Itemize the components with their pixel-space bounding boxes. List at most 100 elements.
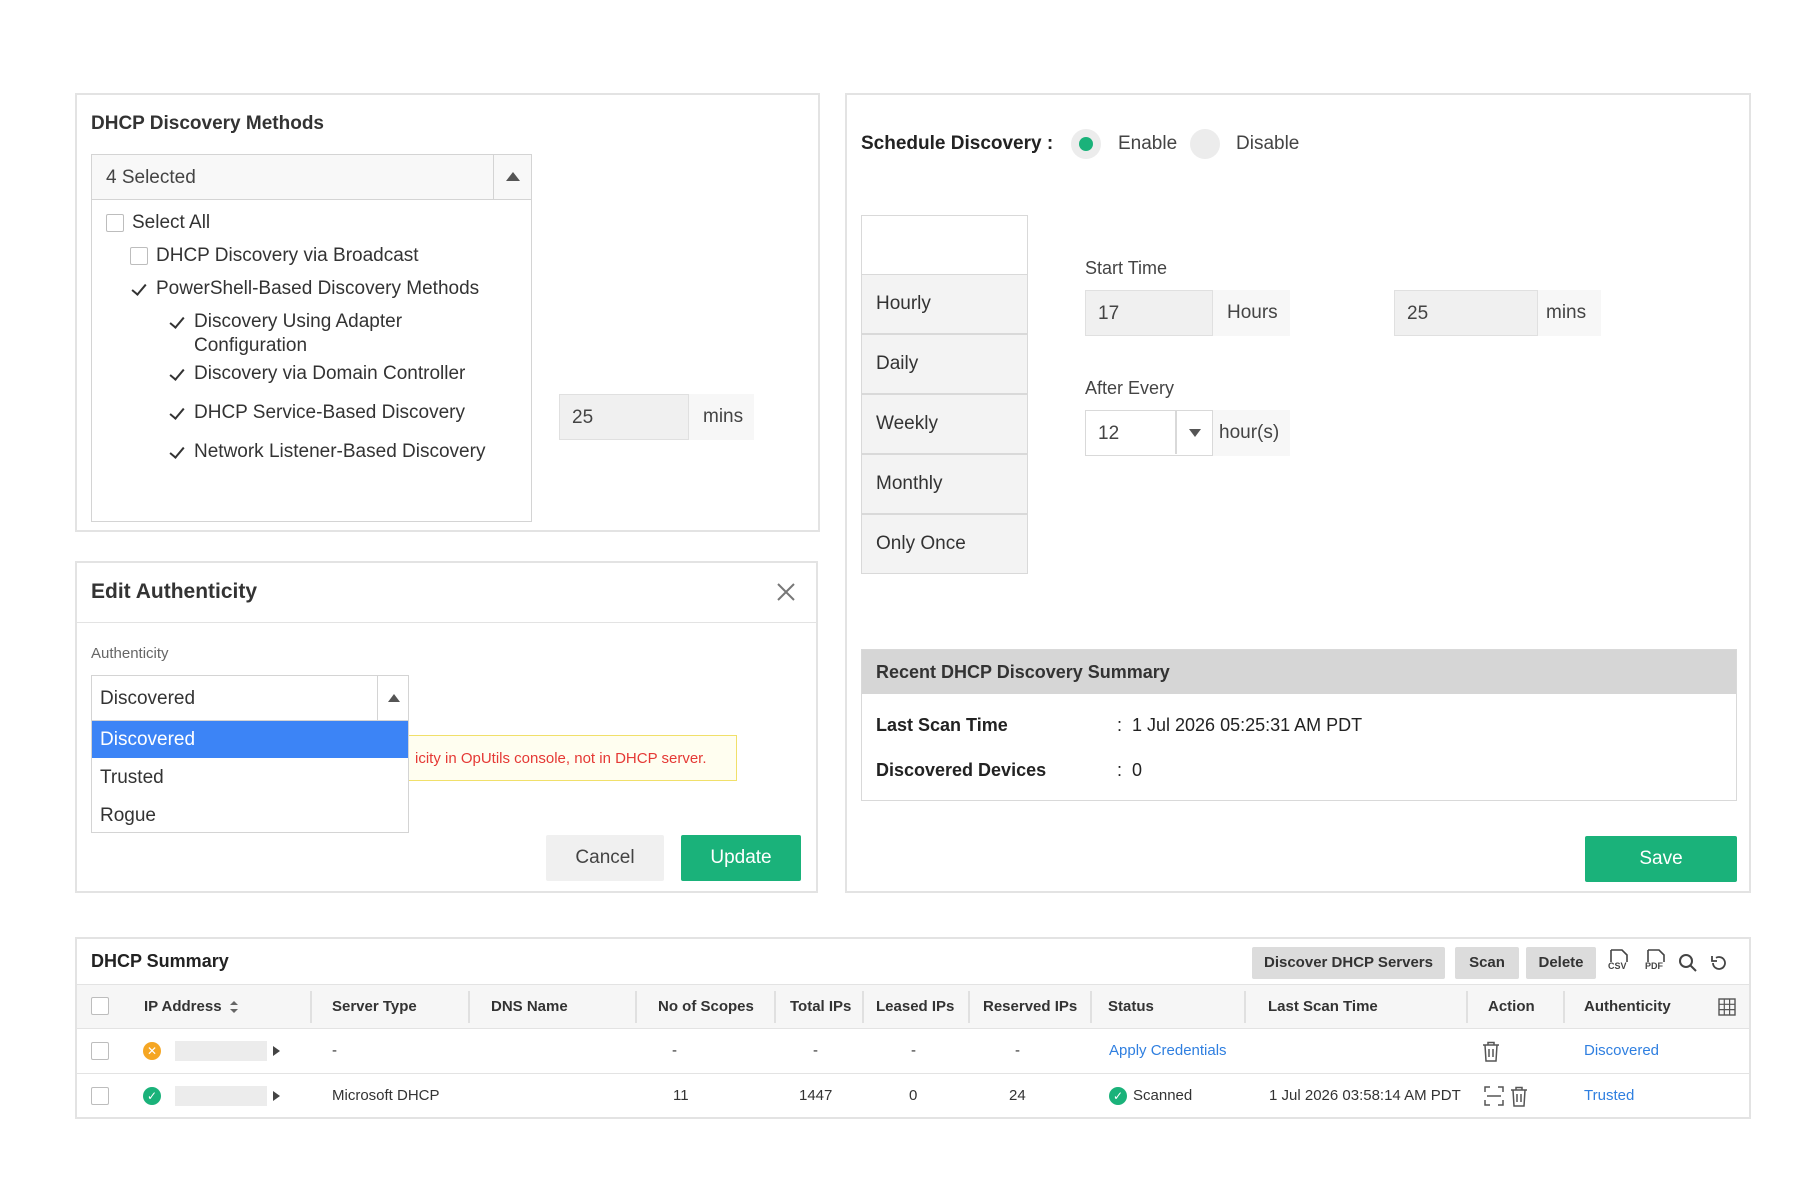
row-checkbox[interactable] [91, 1042, 109, 1060]
after-every-unit: hour(s) [1213, 410, 1290, 456]
option-checkbox[interactable] [168, 443, 186, 461]
search-icon[interactable] [1678, 953, 1698, 973]
col-dns-name[interactable]: DNS Name [491, 998, 568, 1015]
select-all-checkbox[interactable] [106, 214, 124, 232]
col-ip-address[interactable]: IP Address [144, 998, 238, 1015]
select-all-rows-checkbox[interactable] [91, 997, 109, 1015]
hours-unit-label: Hours [1227, 302, 1278, 323]
authenticity-select[interactable]: Discovered [91, 675, 409, 721]
frequency-monthly[interactable]: Monthly [861, 454, 1028, 514]
col-authenticity[interactable]: Authenticity [1584, 998, 1671, 1015]
edit-authenticity-dialog: Edit Authenticity Authenticity Discovere… [75, 561, 818, 893]
mins-unit-label: mins [1546, 302, 1587, 323]
discovery-methods-multiselect[interactable]: 4 Selected [91, 154, 532, 200]
authenticity-field-label: Authenticity [91, 645, 169, 662]
recent-summary-header: Recent DHCP Discovery Summary [862, 650, 1736, 694]
col-status[interactable]: Status [1108, 998, 1154, 1015]
start-mins-input[interactable]: 25 [1394, 290, 1538, 336]
csv-label: CSV [1608, 961, 1627, 971]
frequency-hourly[interactable]: Hourly [861, 274, 1028, 334]
option-checkbox[interactable] [168, 404, 186, 422]
authenticity-option-trusted[interactable]: Trusted [92, 759, 408, 796]
dhcp-summary-title: DHCP Summary [91, 951, 229, 971]
separator: : [1117, 760, 1123, 780]
frequency-label: Weekly [876, 413, 938, 434]
scopes-cell: 11 [673, 1087, 689, 1104]
frequency-daily[interactable]: Daily [861, 334, 1028, 394]
apply-credentials-link[interactable]: Apply Credentials [1109, 1042, 1227, 1059]
authenticity-link[interactable]: Trusted [1584, 1087, 1634, 1104]
ip-address-cell [175, 1041, 267, 1061]
scan-icon[interactable] [1484, 1086, 1504, 1106]
warning-text: icity in OpUtils console, not in DHCP se… [415, 750, 707, 767]
column-divider [862, 991, 864, 1023]
frequency-only-once[interactable]: Only Once [861, 514, 1028, 574]
scan-button[interactable]: Scan [1455, 947, 1519, 979]
option-checkbox[interactable] [168, 365, 186, 383]
column-chooser-icon[interactable] [1718, 998, 1736, 1016]
multiselect-toggle[interactable] [493, 155, 531, 199]
cancel-button[interactable]: Cancel [546, 835, 664, 881]
sort-icon[interactable] [230, 1000, 238, 1014]
option-label: Discovery via Domain Controller [194, 363, 466, 384]
option-checkbox[interactable] [130, 280, 148, 298]
frequency-weekly[interactable]: Weekly [861, 394, 1028, 454]
save-button[interactable]: Save [1585, 836, 1737, 882]
recent-summary-box: Recent DHCP Discovery Summary Last Scan … [861, 649, 1737, 801]
col-no-of-scopes[interactable]: No of Scopes [658, 998, 754, 1015]
expand-icon[interactable] [273, 1046, 280, 1056]
leased-ips-cell: - [911, 1042, 916, 1059]
frequency-label: Daily [876, 353, 919, 374]
frequency-blank [861, 215, 1028, 275]
dialog-title: Edit Authenticity [91, 580, 258, 603]
start-hours-value: 17 [1098, 303, 1120, 324]
column-divider [468, 991, 470, 1023]
warning-icon: ✕ [143, 1042, 161, 1060]
column-label: IP Address [144, 998, 222, 1015]
expand-icon[interactable] [273, 1091, 280, 1101]
start-hours-input[interactable]: 17 [1085, 290, 1213, 336]
delete-button[interactable]: Delete [1526, 947, 1596, 979]
column-divider [310, 991, 312, 1023]
delete-icon[interactable] [1482, 1041, 1500, 1062]
disable-radio[interactable] [1190, 129, 1220, 159]
update-button[interactable]: Update [681, 835, 801, 881]
total-ips-cell: 1447 [799, 1087, 833, 1104]
interval-unit: mins [689, 394, 754, 440]
interval-input[interactable]: 25 [559, 394, 689, 440]
separator: : [1117, 715, 1123, 735]
authenticity-option-discovered[interactable]: Discovered [92, 721, 408, 758]
multiselect-value: 4 Selected [106, 167, 196, 188]
authenticity-link[interactable]: Discovered [1584, 1042, 1659, 1059]
col-leased-ips[interactable]: Leased IPs [876, 998, 954, 1015]
authenticity-option-rogue[interactable]: Rogue [92, 797, 408, 834]
refresh-icon[interactable] [1709, 953, 1729, 973]
close-icon[interactable] [775, 581, 797, 603]
discovery-methods-panel: DHCP Discovery Methods 4 Selected Select… [75, 93, 820, 532]
col-server-type[interactable]: Server Type [332, 998, 417, 1015]
col-action[interactable]: Action [1488, 998, 1535, 1015]
authenticity-select-value: Discovered [100, 688, 196, 709]
option-checkbox[interactable] [130, 247, 148, 265]
enable-radio[interactable] [1071, 129, 1101, 159]
disable-label[interactable]: Disable [1236, 133, 1299, 155]
csv-export-icon[interactable]: CSV [1607, 949, 1631, 975]
select-divider [377, 676, 378, 720]
discover-dhcp-servers-button[interactable]: Discover DHCP Servers [1252, 947, 1445, 979]
option-label: Discovery Using Adapter Configuration [194, 311, 403, 356]
after-every-select[interactable]: 12 [1085, 410, 1213, 456]
pdf-export-icon[interactable]: PDF [1644, 949, 1668, 975]
col-total-ips[interactable]: Total IPs [790, 998, 851, 1015]
row-checkbox[interactable] [91, 1087, 109, 1105]
leased-ips-cell: 0 [909, 1087, 918, 1104]
column-divider [774, 991, 776, 1023]
col-last-scan-time[interactable]: Last Scan Time [1268, 998, 1378, 1015]
table-row[interactable]: ✓ Microsoft DHCP 11 1447 0 24 ✓ Scanned … [77, 1074, 1749, 1119]
enable-label[interactable]: Enable [1118, 133, 1177, 155]
chevron-down-icon [1189, 429, 1201, 437]
col-reserved-ips[interactable]: Reserved IPs [983, 998, 1077, 1015]
table-row[interactable]: ✕ - - - - - Apply Credentials Discovered [77, 1029, 1749, 1074]
schedule-label: Schedule Discovery : [861, 133, 1054, 154]
option-checkbox[interactable] [168, 313, 186, 331]
delete-icon[interactable] [1510, 1086, 1528, 1107]
